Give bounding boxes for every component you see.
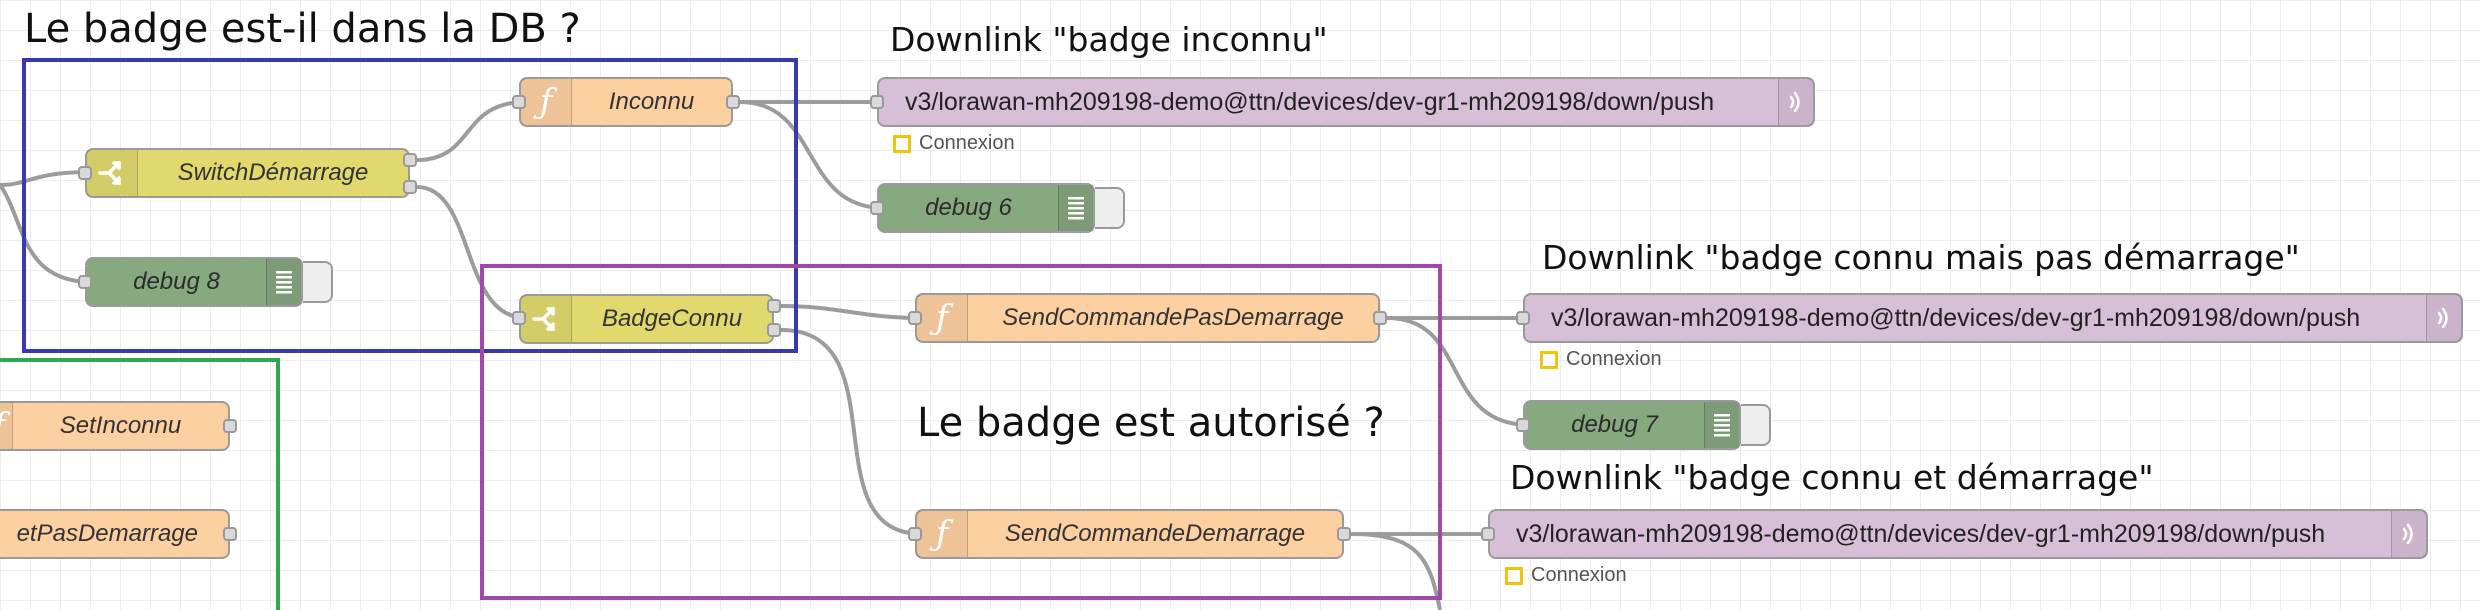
- input-port[interactable]: [908, 527, 922, 541]
- debug-list-icon: [1058, 185, 1093, 231]
- radio-waves-icon: [2391, 511, 2426, 557]
- input-port[interactable]: [1516, 311, 1530, 325]
- function-icon: ƒ: [917, 295, 968, 341]
- input-port[interactable]: [78, 275, 92, 289]
- function-icon: ƒ: [0, 403, 13, 449]
- node-label: SendCommandePasDemarrage: [1002, 304, 1344, 331]
- function-icon: ƒ: [521, 79, 572, 125]
- function-icon: ƒ: [917, 511, 968, 557]
- annotation-authorized-question: Le badge est autorisé ?: [917, 400, 1385, 446]
- node-label: Inconnu: [608, 88, 695, 115]
- output-port[interactable]: [1337, 527, 1351, 541]
- switch-icon: [521, 296, 572, 342]
- output-port[interactable]: [223, 419, 237, 433]
- input-port[interactable]: [512, 95, 526, 109]
- debug-toggle-button[interactable]: [1741, 404, 1771, 446]
- status-connexion-1: Connexion: [893, 132, 1015, 155]
- status-connexion-2: Connexion: [1540, 348, 1662, 371]
- flow-canvas[interactable]: Le badge est-il dans la DB ? Downlink "b…: [0, 0, 2480, 610]
- group-set-commands[interactable]: [0, 358, 280, 610]
- output-port-2[interactable]: [767, 323, 781, 337]
- status-square-icon: [1505, 566, 1523, 585]
- input-port[interactable]: [870, 95, 884, 109]
- debug-8-node[interactable]: debug 8: [85, 257, 303, 307]
- debug-list-icon: [266, 259, 301, 305]
- mqtt-out-node-2[interactable]: v3/lorawan-mh209198-demo@ttn/devices/dev…: [1523, 293, 2463, 343]
- switch-demarrage-node[interactable]: SwitchDémarrage: [85, 148, 410, 198]
- badge-connu-switch-node[interactable]: BadgeConnu: [519, 294, 774, 344]
- status-square-icon: [893, 134, 911, 153]
- node-label: SendCommandeDemarrage: [1004, 520, 1306, 547]
- inconnu-function-node[interactable]: ƒ Inconnu: [519, 77, 733, 127]
- mqtt-out-node-1[interactable]: v3/lorawan-mh209198-demo@ttn/devices/dev…: [877, 77, 1815, 127]
- output-port[interactable]: [1373, 311, 1387, 325]
- switch-icon: [87, 150, 138, 196]
- status-text: Connexion: [919, 132, 1015, 154]
- status-text: Connexion: [1531, 564, 1627, 586]
- node-label: SetInconnu: [59, 412, 182, 439]
- send-commande-pas-demarrage-node[interactable]: ƒ SendCommandePasDemarrage: [915, 293, 1380, 343]
- input-port[interactable]: [1516, 418, 1530, 432]
- status-connexion-3: Connexion: [1505, 564, 1627, 587]
- status-text: Connexion: [1566, 348, 1662, 370]
- input-port[interactable]: [512, 311, 526, 325]
- annotation-downlink-known-start: Downlink "badge connu et démarrage": [1510, 458, 2154, 497]
- set-inconnu-node[interactable]: ƒ SetInconnu: [0, 401, 230, 451]
- radio-waves-icon: [2426, 295, 2461, 341]
- annotation-downlink-unknown: Downlink "badge inconnu": [890, 20, 1328, 59]
- debug-toggle-button[interactable]: [303, 261, 333, 303]
- input-port[interactable]: [908, 311, 922, 325]
- mqtt-out-node-3[interactable]: v3/lorawan-mh209198-demo@ttn/devices/dev…: [1488, 509, 2428, 559]
- input-port[interactable]: [1481, 527, 1495, 541]
- annotation-db-question: Le badge est-il dans la DB ?: [24, 6, 581, 52]
- status-square-icon: [1540, 350, 1558, 369]
- mqtt-topic: v3/lorawan-mh209198-demo@ttn/devices/dev…: [1551, 303, 2361, 332]
- node-label: SwitchDémarrage: [177, 159, 369, 186]
- send-commande-demarrage-node[interactable]: ƒ SendCommandeDemarrage: [915, 509, 1344, 559]
- output-port[interactable]: [726, 95, 740, 109]
- node-label: debug 6: [925, 194, 1012, 221]
- annotation-downlink-known-no-start: Downlink "badge connu mais pas démarrage…: [1542, 238, 2300, 277]
- mqtt-topic: v3/lorawan-mh209198-demo@ttn/devices/dev…: [905, 87, 1715, 116]
- output-port[interactable]: [223, 527, 237, 541]
- output-port-2[interactable]: [403, 180, 417, 194]
- node-label: etPasDemarrage: [16, 520, 198, 547]
- mqtt-topic: v3/lorawan-mh209198-demo@ttn/devices/dev…: [1516, 519, 2326, 548]
- radio-waves-icon: [1778, 79, 1813, 125]
- node-label: debug 7: [1571, 411, 1658, 438]
- output-port-1[interactable]: [403, 153, 417, 167]
- input-port[interactable]: [78, 166, 92, 180]
- node-label: debug 8: [133, 268, 220, 295]
- node-label: BadgeConnu: [601, 305, 743, 332]
- input-port[interactable]: [870, 201, 884, 215]
- debug-list-icon: [1704, 402, 1739, 448]
- debug-6-node[interactable]: debug 6: [877, 183, 1095, 233]
- debug-toggle-button[interactable]: [1095, 187, 1125, 229]
- set-pas-demarrage-node[interactable]: etPasDemarrage: [0, 509, 230, 559]
- debug-7-node[interactable]: debug 7: [1523, 400, 1741, 450]
- output-port-1[interactable]: [767, 299, 781, 313]
